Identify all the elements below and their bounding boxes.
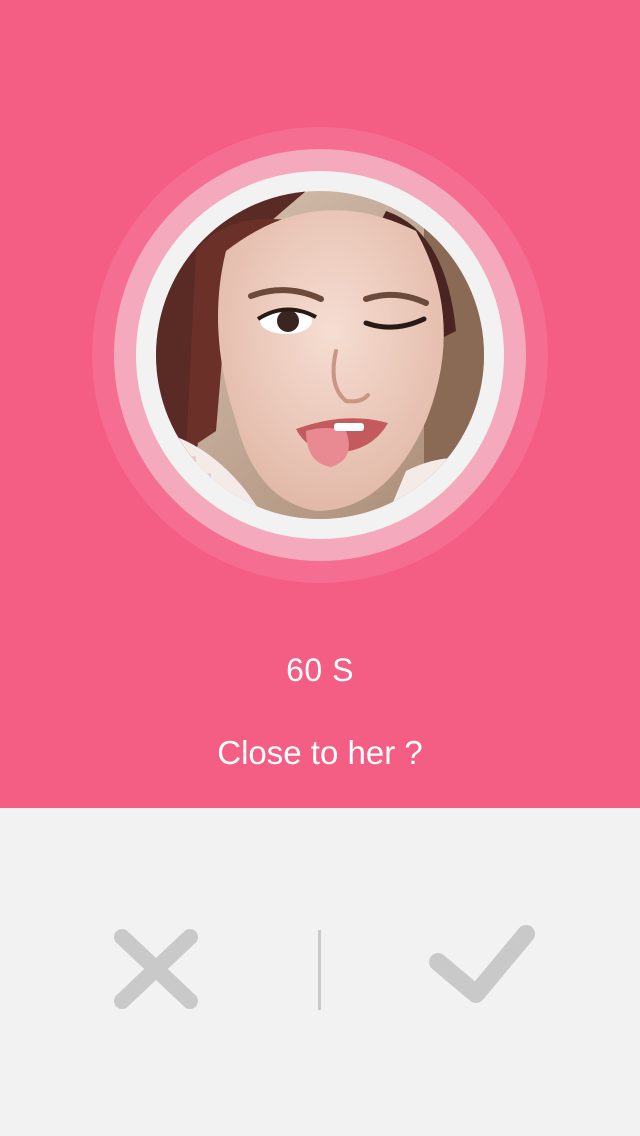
reject-button[interactable] xyxy=(100,915,212,1023)
avatar[interactable] xyxy=(156,191,484,519)
action-divider xyxy=(318,930,321,1010)
countdown-timer: 60 S xyxy=(286,652,354,688)
profile-panel: 60 S Close to her ? xyxy=(0,0,640,808)
check-icon xyxy=(429,925,535,1003)
close-icon xyxy=(114,929,198,1009)
match-question: Close to her ? xyxy=(217,734,423,771)
accept-button[interactable] xyxy=(418,910,546,1018)
match-screen: 60 S Close to her ? xyxy=(0,0,640,1136)
